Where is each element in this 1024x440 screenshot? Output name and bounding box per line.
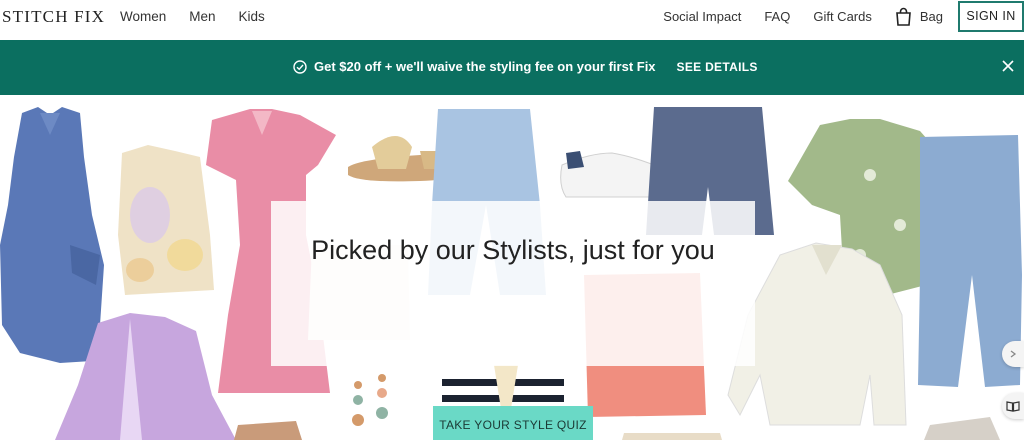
site-header: STITCH FIX Women Men Kids Social Impact … bbox=[0, 0, 1024, 40]
nav-women[interactable]: Women bbox=[120, 9, 166, 24]
nav-men[interactable]: Men bbox=[189, 9, 215, 24]
printed-top bbox=[118, 145, 214, 295]
promo-content: Get $20 off + we'll waive the styling fe… bbox=[293, 59, 758, 74]
hero-title: Picked by our Stylists, just for you bbox=[311, 235, 715, 265]
sign-in-button[interactable]: SIGN IN bbox=[958, 0, 1024, 32]
bag-icon bbox=[895, 7, 911, 26]
bag-link[interactable]: Bag bbox=[895, 7, 943, 26]
promo-text: Get $20 off + we'll waive the styling fe… bbox=[314, 59, 656, 74]
secondary-nav: Social Impact FAQ Gift Cards Bag SIGN IN bbox=[663, 0, 1024, 32]
hero-overlay-card: Picked by our Stylists, just for you TAK… bbox=[271, 201, 755, 440]
close-icon[interactable] bbox=[1001, 59, 1015, 73]
book-icon bbox=[1006, 401, 1020, 412]
blue-dress bbox=[0, 107, 108, 363]
nav-kids[interactable]: Kids bbox=[239, 9, 265, 24]
book-widget[interactable] bbox=[1002, 393, 1024, 419]
earrings bbox=[352, 374, 388, 426]
style-quiz-button[interactable]: TAKE YOUR STYLE QUIZ bbox=[433, 406, 593, 440]
see-details-link[interactable]: SEE DETAILS bbox=[677, 60, 758, 74]
nav-gift-cards[interactable]: Gift Cards bbox=[813, 9, 872, 24]
primary-nav: Women Men Kids bbox=[120, 9, 265, 24]
check-circle-icon bbox=[293, 59, 307, 74]
hero-collage: Picked by our Stylists, just for you TAK… bbox=[0, 95, 1024, 440]
chevron-icon bbox=[1010, 350, 1017, 358]
nav-faq[interactable]: FAQ bbox=[764, 9, 790, 24]
nav-social-impact[interactable]: Social Impact bbox=[663, 9, 741, 24]
bag-label: Bag bbox=[919, 8, 943, 24]
promo-banner: Get $20 off + we'll waive the styling fe… bbox=[0, 40, 1024, 95]
side-arrow-widget[interactable] bbox=[1002, 341, 1024, 367]
logo[interactable]: STITCH FIX bbox=[2, 7, 105, 27]
